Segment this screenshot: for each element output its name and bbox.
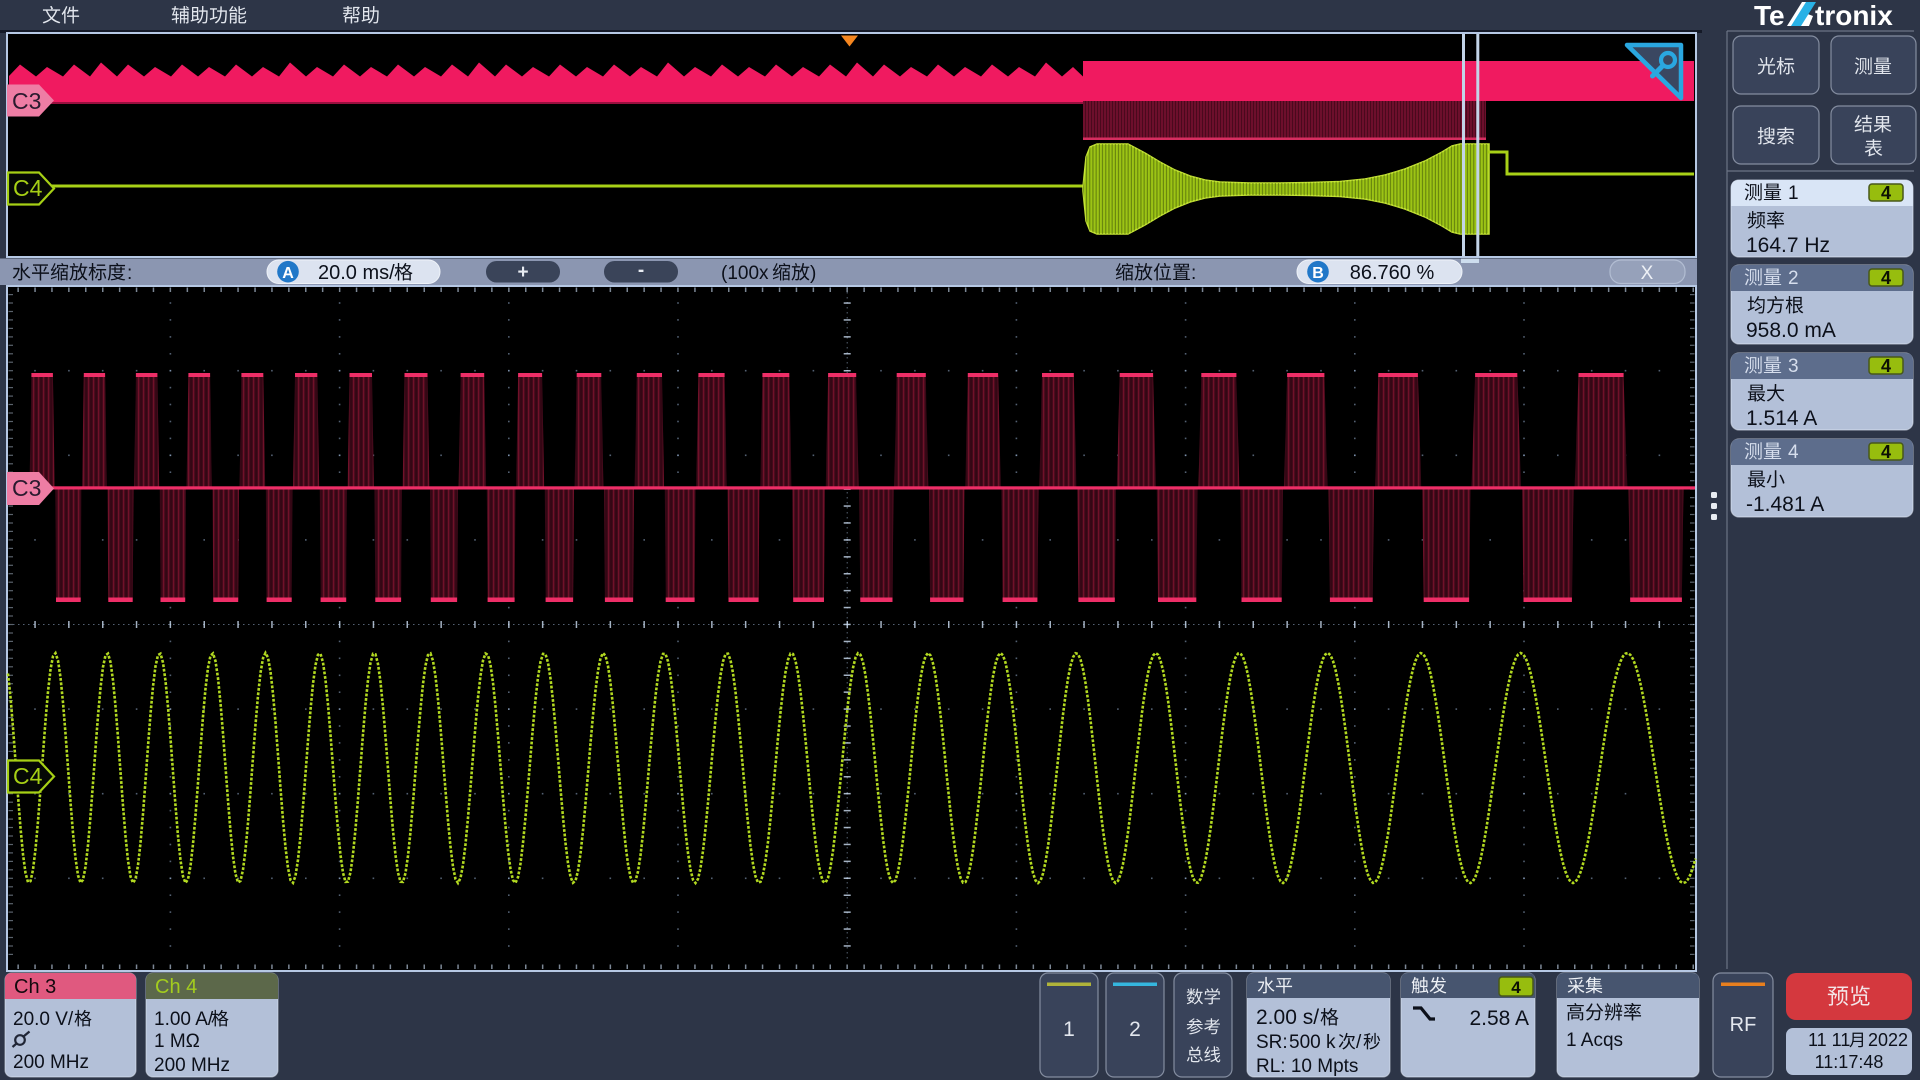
svg-text:4: 4 (1881, 356, 1891, 376)
svg-text:11:17:48: 11:17:48 (1815, 1052, 1884, 1072)
svg-text:2.00 s/: 2.00 s/ (1256, 1006, 1319, 1029)
svg-text:20.0 ms/: 20.0 ms/ (318, 262, 395, 284)
svg-text:A: A (282, 265, 294, 282)
svg-text:): ) (810, 263, 816, 284)
svg-text:Te: Te (1754, 0, 1785, 31)
svg-text:C4: C4 (13, 763, 43, 789)
svg-text:1.514 A: 1.514 A (1746, 407, 1817, 430)
svg-text:B: B (1312, 265, 1324, 282)
svg-text:/: / (1356, 1032, 1362, 1053)
svg-text:20.0 V/: 20.0 V/ (13, 1009, 74, 1030)
svg-text:4: 4 (1881, 442, 1891, 462)
svg-text:2: 2 (1129, 1018, 1141, 1041)
svg-text:11 11: 11 11 (1808, 1030, 1850, 1050)
svg-text:RL: 10 Mpts: RL: 10 Mpts (1256, 1056, 1358, 1077)
svg-text:4: 4 (1881, 183, 1891, 203)
svg-text:SR:: SR: (1256, 1032, 1288, 1053)
svg-text::: : (1191, 263, 1196, 284)
svg-text:1 Acqs: 1 Acqs (1566, 1030, 1623, 1051)
svg-text:958.0 mA: 958.0 mA (1746, 319, 1836, 342)
svg-text:3: 3 (1788, 356, 1799, 377)
svg-text:Ch 3: Ch 3 (14, 976, 56, 998)
svg-text::: : (127, 263, 132, 284)
svg-text:500 k: 500 k (1289, 1032, 1336, 1053)
svg-text:200 MHz: 200 MHz (13, 1052, 89, 1073)
svg-text:86.760 %: 86.760 % (1350, 262, 1435, 284)
svg-text:4: 4 (1881, 268, 1891, 288)
svg-text:C4: C4 (13, 175, 43, 201)
svg-text:Ch 4: Ch 4 (155, 976, 197, 998)
svg-text:1.00 A/: 1.00 A/ (154, 1009, 214, 1030)
svg-text:C3: C3 (12, 88, 41, 114)
svg-text:C3: C3 (12, 475, 41, 501)
svg-text:tronix: tronix (1815, 0, 1893, 31)
svg-text:2.58 A: 2.58 A (1469, 1007, 1529, 1030)
svg-text:RF: RF (1730, 1014, 1757, 1036)
svg-text:1 MΩ: 1 MΩ (154, 1031, 200, 1052)
svg-text:1: 1 (1063, 1018, 1075, 1041)
svg-text:200 MHz: 200 MHz (154, 1055, 230, 1076)
svg-text:164.7 Hz: 164.7 Hz (1746, 234, 1830, 257)
svg-text:2022: 2022 (1868, 1030, 1908, 1050)
svg-text:1: 1 (1788, 183, 1799, 204)
svg-text:(100x: (100x (721, 263, 769, 284)
svg-text:2: 2 (1788, 268, 1799, 289)
svg-text:4: 4 (1511, 978, 1521, 997)
svg-text:4: 4 (1788, 442, 1799, 463)
svg-text:+: + (517, 262, 528, 283)
svg-text:-1.481 A: -1.481 A (1746, 493, 1824, 516)
svg-text:X: X (1641, 263, 1654, 284)
svg-text:-: - (638, 260, 644, 281)
